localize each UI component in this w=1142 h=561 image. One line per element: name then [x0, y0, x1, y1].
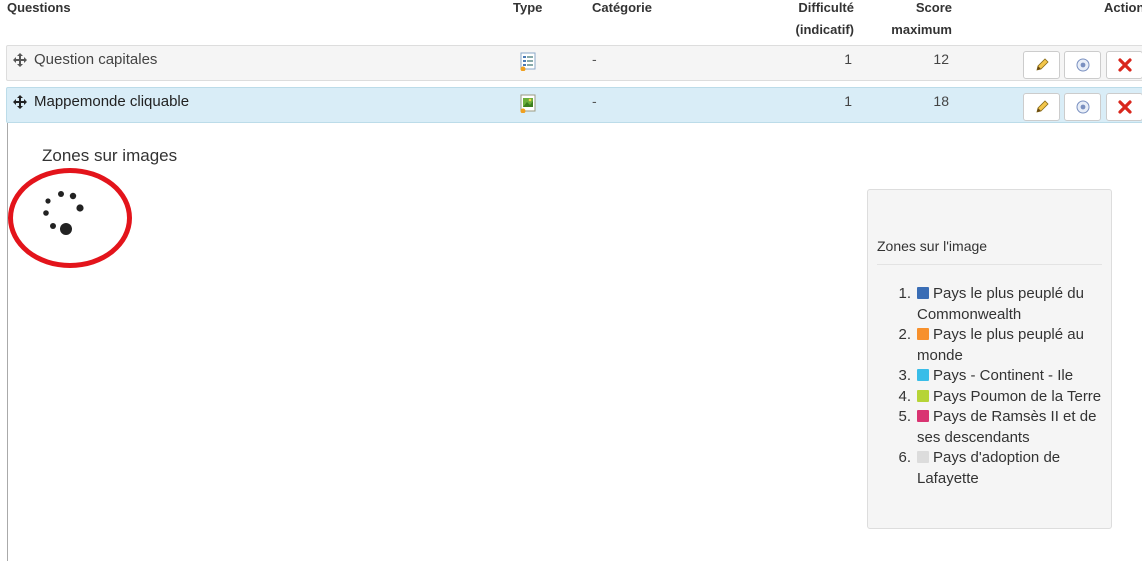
zone-color-swatch [917, 451, 929, 463]
preview-button[interactable] [1064, 51, 1101, 79]
zone-label: Pays le plus peuplé au monde [917, 326, 1084, 364]
pencil-icon [1035, 100, 1049, 113]
zone-label: Pays le plus peuplé du Commonwealth [917, 285, 1084, 323]
zone-label: Pays - Continent - Ile [933, 367, 1074, 384]
panel-title: Zones sur l'image [877, 238, 988, 254]
question-title[interactable]: Mappemonde cliquable [34, 93, 189, 110]
zone-label: Pays d'adoption de Lafayette [917, 449, 1061, 487]
zone-item: 3. Pays - Continent - Ile [898, 367, 1074, 384]
pencil-icon [1035, 58, 1049, 71]
question-title[interactable]: Question capitales [34, 51, 157, 68]
col-header-score: Score maximum [891, 0, 952, 37]
zone-item: 1. Pays le plus peuplé du Commonwealth [898, 285, 1084, 323]
zone-item: 4. Pays Poumon de la Terre [898, 387, 1102, 405]
col-header-actions: Action [1104, 0, 1142, 15]
question-category: - [592, 51, 597, 67]
delete-button[interactable] [1106, 51, 1142, 79]
zone-item: 2. Pays le plus peuplé au monde [898, 326, 1084, 364]
delete-icon [1117, 100, 1132, 114]
question-row[interactable]: Question capitales - 1 12 [6, 45, 1142, 81]
col-header-type: Type [513, 0, 543, 15]
move-icon[interactable] [13, 53, 27, 67]
question-type-title: Zones sur images [42, 146, 178, 165]
col-header-questions: Questions [7, 0, 71, 15]
col-header-difficulty: Difficulté (indicatif) [795, 0, 855, 37]
delete-icon [1117, 58, 1132, 72]
zones-panel: Zones sur l'image 1. Pays le plus peuplé… [867, 189, 1112, 529]
zone-label: Pays de Ramsès II et de ses descendants [917, 408, 1097, 446]
zone-color-swatch [917, 369, 929, 381]
expanded-border [7, 123, 8, 561]
preview-icon [1076, 58, 1089, 72]
image-icon [520, 94, 536, 113]
question-row-selected[interactable]: Mappemonde cliquable - 1 18 [6, 87, 1142, 123]
question-score: 12 [933, 51, 949, 67]
preview-button[interactable] [1064, 93, 1101, 121]
edit-button[interactable] [1023, 51, 1060, 79]
question-difficulty: 1 [844, 93, 852, 109]
zone-color-swatch [917, 389, 929, 402]
highlight-annotation [8, 168, 132, 268]
edit-button[interactable] [1023, 93, 1060, 121]
zone-color-swatch [917, 328, 929, 340]
question-score: 18 [933, 93, 949, 109]
col-header-category: Catégorie [592, 0, 652, 15]
zone-color-swatch [917, 410, 929, 422]
zone-label: Pays Poumon de la Terre [933, 387, 1102, 405]
panel-divider [877, 264, 1102, 265]
zone-item: 5. Pays de Ramsès II et de ses descendan… [898, 408, 1097, 446]
move-icon[interactable] [13, 95, 27, 109]
question-difficulty: 1 [844, 51, 852, 67]
zone-item: 6. Pays d'adoption de Lafayette [898, 449, 1061, 487]
zone-color-swatch [917, 287, 929, 299]
question-category: - [592, 93, 597, 109]
delete-button[interactable] [1106, 93, 1142, 121]
zones-list: 1. Pays le plus peuplé du Commonwealth 2… [892, 284, 1104, 489]
list-icon [520, 52, 536, 71]
preview-icon [1076, 100, 1089, 114]
